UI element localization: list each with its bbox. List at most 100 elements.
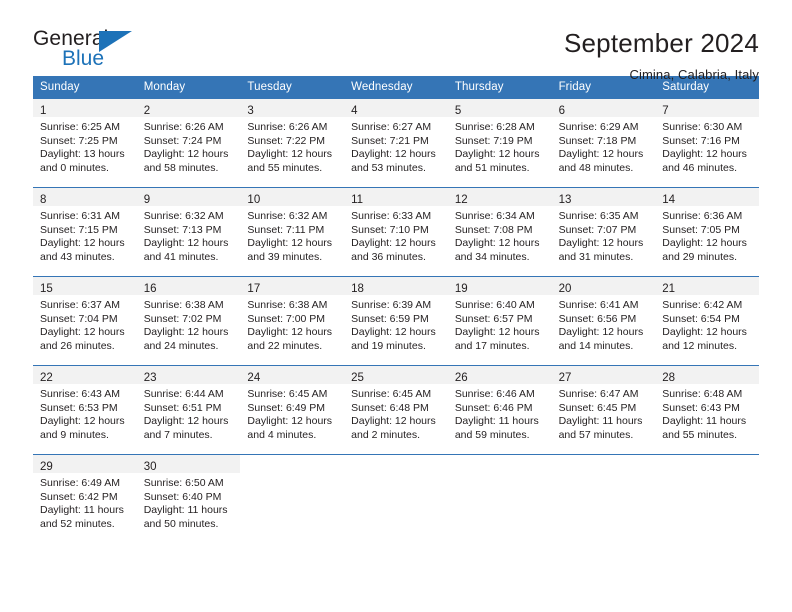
daylight-text-line1: Daylight: 11 hours xyxy=(454,415,539,428)
day-details: Sunrise: 6:33 AM Sunset: 7:10 PM Dayligh… xyxy=(344,206,448,276)
day-cell[interactable]: 1 Sunrise: 6:25 AM Sunset: 7:25 PM Dayli… xyxy=(33,99,137,187)
day-cell[interactable]: 7 Sunrise: 6:30 AM Sunset: 7:16 PM Dayli… xyxy=(655,99,759,187)
daylight-text-line1: Daylight: 12 hours xyxy=(143,237,229,250)
day-cell[interactable]: 25 Sunrise: 6:45 AM Sunset: 6:48 PM Dayl… xyxy=(344,366,448,454)
daylight-text-line2: and 4 minutes. xyxy=(247,428,317,441)
day-number: 2 xyxy=(143,105,151,117)
day-cell[interactable]: 30 Sunrise: 6:50 AM Sunset: 6:40 PM Dayl… xyxy=(136,455,241,541)
day-number: 3 xyxy=(247,105,254,117)
sunrise-text: Sunrise: 6:32 AM xyxy=(143,210,224,222)
day-cell[interactable]: 3 Sunrise: 6:26 AM Sunset: 7:22 PM Dayli… xyxy=(240,99,345,187)
daylight-text-line1: Daylight: 12 hours xyxy=(247,415,333,428)
day-cell[interactable]: 22 Sunrise: 6:43 AM Sunset: 6:53 PM Dayl… xyxy=(33,366,137,454)
day-details: Sunrise: 6:49 AM Sunset: 6:42 PM Dayligh… xyxy=(33,473,137,541)
day-cell[interactable]: 29 Sunrise: 6:49 AM Sunset: 6:42 PM Dayl… xyxy=(33,455,137,541)
day-cell[interactable]: 27 Sunrise: 6:47 AM Sunset: 6:45 PM Dayl… xyxy=(551,366,656,454)
day-details: Sunrise: 6:50 AM Sunset: 6:40 PM Dayligh… xyxy=(137,473,241,541)
daylight-text-line2: and 0 minutes. xyxy=(40,161,109,174)
general-blue-logo[interactable]: General Blue xyxy=(33,28,153,76)
day-number-strip: 5 xyxy=(447,99,552,117)
day-number: 24 xyxy=(247,372,261,384)
day-number-strip: 21 xyxy=(655,277,759,295)
day-number: 12 xyxy=(454,194,468,206)
masthead: General Blue September 2024 Cimina, Cala… xyxy=(0,0,792,82)
day-cell[interactable]: 24 Sunrise: 6:45 AM Sunset: 6:49 PM Dayl… xyxy=(240,366,345,454)
day-details: Sunrise: 6:43 AM Sunset: 6:53 PM Dayligh… xyxy=(33,384,137,454)
daylight-text-line2: and 22 minutes. xyxy=(247,339,323,352)
daylight-text-line1: Daylight: 12 hours xyxy=(143,326,229,339)
sunset-text: Sunset: 7:18 PM xyxy=(558,134,637,147)
daylight-text-line2: and 59 minutes. xyxy=(454,428,530,441)
day-details: Sunrise: 6:38 AM Sunset: 7:02 PM Dayligh… xyxy=(137,295,241,365)
day-cell[interactable]: 15 Sunrise: 6:37 AM Sunset: 7:04 PM Dayl… xyxy=(33,277,137,365)
day-number-strip: 16 xyxy=(136,277,241,295)
day-cell[interactable]: 20 Sunrise: 6:41 AM Sunset: 6:56 PM Dayl… xyxy=(551,277,656,365)
day-details: Sunrise: 6:46 AM Sunset: 6:46 PM Dayligh… xyxy=(448,384,552,454)
day-number-strip: 24 xyxy=(240,366,345,384)
day-number: 15 xyxy=(40,283,53,295)
day-cell[interactable]: 2 Sunrise: 6:26 AM Sunset: 7:24 PM Dayli… xyxy=(136,99,241,187)
page-title: September 2024 xyxy=(563,28,759,58)
logo-text-general: General xyxy=(33,27,109,50)
sunrise-text: Sunrise: 6:31 AM xyxy=(40,210,120,222)
day-cell[interactable]: 26 Sunrise: 6:46 AM Sunset: 6:46 PM Dayl… xyxy=(447,366,552,454)
day-cell[interactable]: 13 Sunrise: 6:35 AM Sunset: 7:07 PM Dayl… xyxy=(551,188,656,276)
day-number: 23 xyxy=(143,372,157,384)
daylight-text-line2: and 57 minutes. xyxy=(558,428,634,441)
day-number: 10 xyxy=(247,194,261,206)
sunset-text: Sunset: 7:24 PM xyxy=(143,134,222,147)
daylight-text-line1: Daylight: 12 hours xyxy=(247,326,333,339)
daylight-text-line2: and 31 minutes. xyxy=(558,250,634,263)
day-number-strip: 14 xyxy=(655,188,759,206)
day-number-strip: 7 xyxy=(655,99,759,117)
day-details: Sunrise: 6:29 AM Sunset: 7:18 PM Dayligh… xyxy=(552,117,656,187)
day-cell[interactable]: 23 Sunrise: 6:44 AM Sunset: 6:51 PM Dayl… xyxy=(136,366,241,454)
sunrise-text: Sunrise: 6:27 AM xyxy=(351,121,432,133)
day-cell[interactable]: 28 Sunrise: 6:48 AM Sunset: 6:43 PM Dayl… xyxy=(655,366,759,454)
day-cell[interactable]: 19 Sunrise: 6:40 AM Sunset: 6:57 PM Dayl… xyxy=(447,277,552,365)
day-cell[interactable]: 12 Sunrise: 6:34 AM Sunset: 7:08 PM Dayl… xyxy=(447,188,552,276)
day-number-strip xyxy=(447,455,552,473)
day-cell[interactable]: 14 Sunrise: 6:36 AM Sunset: 7:05 PM Dayl… xyxy=(655,188,759,276)
sunset-text: Sunset: 6:43 PM xyxy=(662,401,740,414)
sunset-text: Sunset: 7:07 PM xyxy=(558,223,637,236)
sunrise-text: Sunrise: 6:35 AM xyxy=(558,210,639,222)
day-cell[interactable]: 18 Sunrise: 6:39 AM Sunset: 6:59 PM Dayl… xyxy=(344,277,448,365)
day-details: Sunrise: 6:26 AM Sunset: 7:22 PM Dayligh… xyxy=(240,117,344,187)
sunset-text: Sunset: 7:00 PM xyxy=(247,312,326,325)
daylight-text-line1: Daylight: 12 hours xyxy=(558,148,644,161)
day-number: 7 xyxy=(662,105,669,117)
day-cell-empty xyxy=(551,455,656,541)
day-number-strip: 19 xyxy=(447,277,552,295)
day-details: Sunrise: 6:28 AM Sunset: 7:19 PM Dayligh… xyxy=(448,117,552,187)
sunrise-text: Sunrise: 6:45 AM xyxy=(351,388,432,400)
day-cell[interactable]: 17 Sunrise: 6:38 AM Sunset: 7:00 PM Dayl… xyxy=(240,277,345,365)
day-cell[interactable]: 5 Sunrise: 6:28 AM Sunset: 7:19 PM Dayli… xyxy=(447,99,552,187)
day-cell[interactable]: 16 Sunrise: 6:38 AM Sunset: 7:02 PM Dayl… xyxy=(136,277,241,365)
day-cell[interactable]: 4 Sunrise: 6:27 AM Sunset: 7:21 PM Dayli… xyxy=(344,99,448,187)
week-row: 22 Sunrise: 6:43 AM Sunset: 6:53 PM Dayl… xyxy=(33,365,759,454)
weekday-monday: Monday xyxy=(143,81,186,93)
day-number-strip xyxy=(240,455,345,473)
daylight-text-line1: Daylight: 12 hours xyxy=(454,326,540,339)
day-details xyxy=(552,473,656,541)
day-details: Sunrise: 6:47 AM Sunset: 6:45 PM Dayligh… xyxy=(552,384,656,454)
day-cell[interactable]: 6 Sunrise: 6:29 AM Sunset: 7:18 PM Dayli… xyxy=(551,99,656,187)
day-number-strip: 2 xyxy=(136,99,241,117)
daylight-text-line1: Daylight: 12 hours xyxy=(247,148,333,161)
daylight-text-line2: and 2 minutes. xyxy=(351,428,421,441)
day-cell[interactable]: 11 Sunrise: 6:33 AM Sunset: 7:10 PM Dayl… xyxy=(344,188,448,276)
weekday-sunday: Sunday xyxy=(40,81,80,93)
daylight-text-line1: Daylight: 12 hours xyxy=(454,237,540,250)
sunset-text: Sunset: 6:42 PM xyxy=(40,490,118,503)
day-details: Sunrise: 6:38 AM Sunset: 7:00 PM Dayligh… xyxy=(240,295,344,365)
day-cell[interactable]: 8 Sunrise: 6:31 AM Sunset: 7:15 PM Dayli… xyxy=(33,188,137,276)
daylight-text-line2: and 17 minutes. xyxy=(454,339,530,352)
week-row: 1 Sunrise: 6:25 AM Sunset: 7:25 PM Dayli… xyxy=(33,98,759,187)
sunset-text: Sunset: 7:25 PM xyxy=(40,134,118,147)
daylight-text-line1: Daylight: 12 hours xyxy=(662,326,747,339)
day-cell[interactable]: 21 Sunrise: 6:42 AM Sunset: 6:54 PM Dayl… xyxy=(655,277,759,365)
day-cell[interactable]: 10 Sunrise: 6:32 AM Sunset: 7:11 PM Dayl… xyxy=(240,188,345,276)
daylight-text-line1: Daylight: 13 hours xyxy=(40,148,125,161)
day-cell[interactable]: 9 Sunrise: 6:32 AM Sunset: 7:13 PM Dayli… xyxy=(136,188,241,276)
